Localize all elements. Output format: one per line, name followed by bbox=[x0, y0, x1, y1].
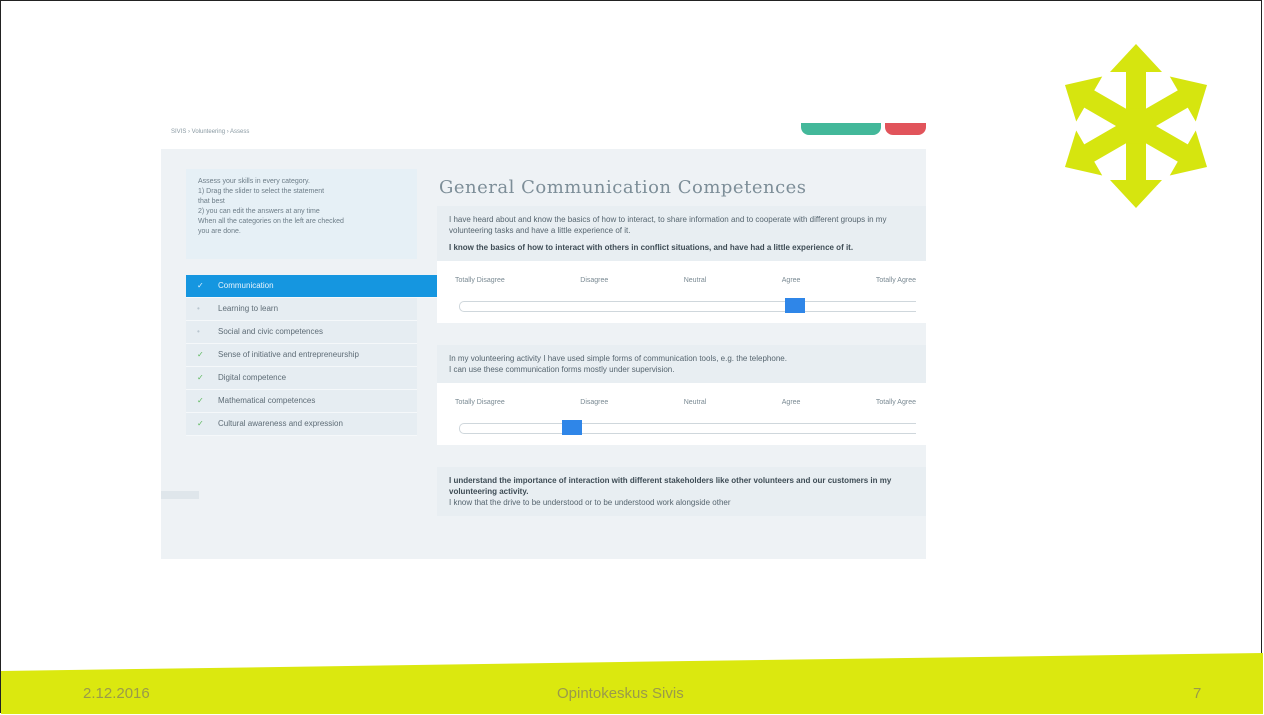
instruction-line: that best bbox=[198, 198, 225, 205]
statement-card: I understand the importance of interacti… bbox=[437, 467, 926, 516]
pending-icon: • bbox=[197, 304, 200, 313]
category-label: Mathematical competences bbox=[218, 396, 316, 405]
check-icon: ✓ bbox=[197, 373, 204, 382]
category-sidebar: Assess your skills in every category. 1)… bbox=[186, 169, 460, 436]
category-label: Social and civic competences bbox=[218, 327, 323, 336]
statement-text: In my volunteering activity I have used … bbox=[449, 354, 787, 363]
statement-text: I know that the drive to be understood o… bbox=[449, 498, 731, 507]
category-list: ✓ Communication • Learning to learn • So… bbox=[186, 275, 460, 436]
assessment-panel: General Communication Competences I have… bbox=[437, 169, 926, 516]
screenshot-topbar: SIVIS › Volunteering › Assess bbox=[161, 123, 926, 149]
category-item-social-civic[interactable]: • Social and civic competences bbox=[186, 321, 417, 344]
slider-thumb[interactable] bbox=[785, 298, 805, 313]
statement-text: I have heard about and know the basics o… bbox=[449, 215, 887, 235]
statement-card: In my volunteering activity I have used … bbox=[437, 345, 926, 383]
category-item-digital[interactable]: ✓ Digital competence bbox=[186, 367, 417, 390]
footer-organization: Opintokeskus Sivis bbox=[557, 685, 684, 702]
agreement-slider-track[interactable] bbox=[459, 423, 916, 434]
instruction-line: 1) Drag the slider to select the stateme… bbox=[198, 188, 325, 195]
category-item-initiative[interactable]: ✓ Sense of initiative and entrepreneursh… bbox=[186, 344, 417, 367]
scale-label: Neutral bbox=[683, 399, 707, 406]
statement-text: I understand the importance of interacti… bbox=[449, 476, 892, 496]
category-label: Communication bbox=[218, 281, 274, 290]
instruction-line: When all the categories on the left are … bbox=[198, 218, 344, 225]
category-label: Sense of initiative and entrepreneurship bbox=[218, 350, 359, 359]
page-number: 7 bbox=[1193, 685, 1202, 702]
category-label: Learning to learn bbox=[218, 304, 279, 313]
spacer bbox=[437, 323, 926, 345]
scale-label: Agree bbox=[781, 277, 801, 284]
instruction-line: you are done. bbox=[198, 228, 241, 235]
embedded-screenshot: SIVIS › Volunteering › Assess Assess you… bbox=[161, 123, 926, 559]
section-title: General Communication Competences bbox=[439, 177, 807, 198]
agreement-scale: Totally Disagree Disagree Neutral Agree … bbox=[437, 383, 926, 445]
agreement-scale: Totally Disagree Disagree Neutral Agree … bbox=[437, 261, 926, 323]
category-item-learning[interactable]: • Learning to learn bbox=[186, 298, 417, 321]
sidebar-stub bbox=[161, 491, 199, 499]
instruction-line: 2) you can edit the answers at any time bbox=[198, 208, 320, 215]
scale-label: Agree bbox=[781, 399, 801, 406]
footer-date: 2.12.2016 bbox=[83, 685, 150, 702]
statement-card: I have heard about and know the basics o… bbox=[437, 206, 926, 261]
scale-labels: Totally Disagree Disagree Neutral Agree … bbox=[455, 277, 916, 284]
instruction-line: Assess your skills in every category. bbox=[198, 178, 310, 185]
category-label: Digital competence bbox=[218, 373, 287, 382]
agreement-slider-track[interactable] bbox=[459, 301, 916, 312]
check-icon: ✓ bbox=[197, 350, 204, 359]
scale-label: Totally Agree bbox=[875, 277, 916, 284]
save-button[interactable] bbox=[801, 123, 881, 135]
slider-thumb[interactable] bbox=[562, 420, 582, 435]
category-label: Cultural awareness and expression bbox=[218, 419, 343, 428]
scale-label: Neutral bbox=[683, 277, 707, 284]
scale-label: Totally Agree bbox=[875, 399, 916, 406]
category-item-mathematical[interactable]: ✓ Mathematical competences bbox=[186, 390, 417, 413]
category-item-cultural[interactable]: ✓ Cultural awareness and expression bbox=[186, 413, 417, 436]
scale-label: Disagree bbox=[580, 277, 609, 284]
instructions-box: Assess your skills in every category. 1)… bbox=[186, 169, 417, 259]
check-icon: ✓ bbox=[197, 419, 204, 428]
scale-label: Disagree bbox=[580, 399, 609, 406]
scale-label: Totally Disagree bbox=[455, 399, 505, 406]
sivis-arrows-logo bbox=[1054, 44, 1218, 208]
check-icon: ✓ bbox=[197, 396, 204, 405]
scale-label: Totally Disagree bbox=[455, 277, 505, 284]
slide: SIVIS › Volunteering › Assess Assess you… bbox=[0, 0, 1263, 714]
logout-button[interactable] bbox=[885, 123, 926, 135]
footer-band bbox=[1, 653, 1263, 714]
spacer bbox=[437, 445, 926, 467]
breadcrumb: SIVIS › Volunteering › Assess bbox=[171, 129, 250, 135]
pending-icon: • bbox=[197, 327, 200, 336]
check-icon: ✓ bbox=[197, 281, 204, 290]
category-item-communication[interactable]: ✓ Communication bbox=[186, 275, 460, 298]
statement-text: I know the basics of how to interact wit… bbox=[449, 243, 854, 252]
statement-text: I can use these communication forms most… bbox=[449, 365, 675, 374]
scale-labels: Totally Disagree Disagree Neutral Agree … bbox=[455, 399, 916, 406]
